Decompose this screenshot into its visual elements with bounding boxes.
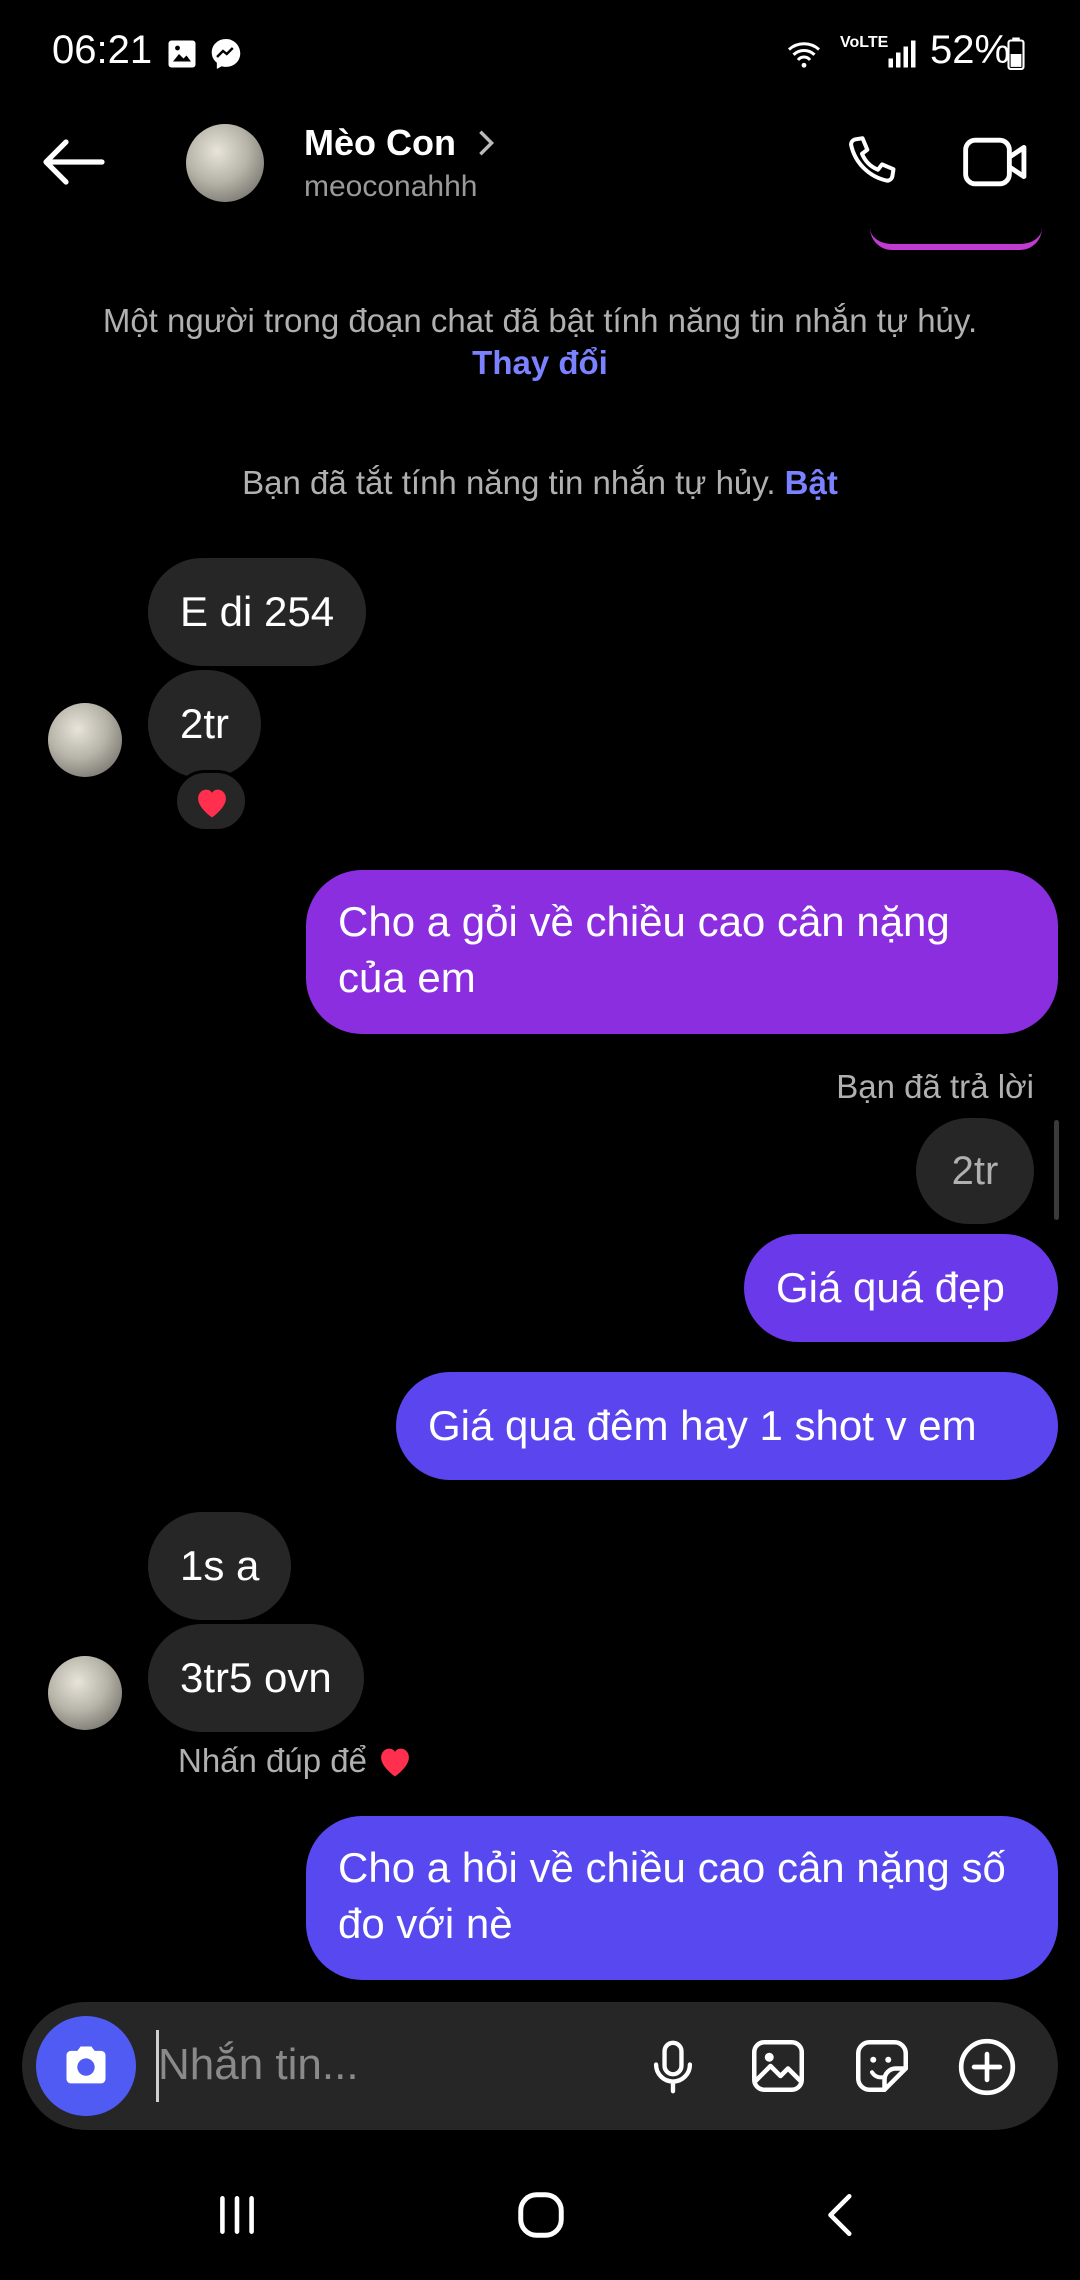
disappearing-off-notice: Bạn đã tắt tính năng tin nhắn tự hủy. Bậ… [80, 462, 1000, 504]
message-in[interactable]: 3tr5 ovn [148, 1624, 364, 1732]
gallery-icon[interactable] [748, 2036, 808, 2096]
camera-button[interactable] [36, 2016, 136, 2116]
message-out[interactable]: Giá qua đêm hay 1 shot v em [396, 1372, 1058, 1480]
photo-icon [168, 40, 196, 68]
recents-icon[interactable] [212, 2190, 262, 2240]
heart-icon [198, 789, 226, 818]
contact-username[interactable]: meoconahhh [304, 170, 477, 204]
sticker-icon[interactable] [852, 2036, 912, 2096]
mic-icon[interactable] [644, 2038, 702, 2096]
message-in[interactable]: 2tr [148, 670, 262, 778]
disappearing-on-text: Một người trong đoạn chat đã bật tính nă… [102, 302, 978, 339]
previous-bubble-edge [870, 228, 1042, 250]
message-in[interactable]: 1s a [148, 1512, 292, 1620]
message-in[interactable]: E di 254 [148, 558, 367, 666]
signal-icon [888, 40, 916, 68]
sender-avatar[interactable] [48, 1656, 122, 1730]
back-nav-icon[interactable] [818, 2190, 868, 2240]
chat-header [0, 110, 1080, 245]
heart-icon [381, 1748, 410, 1777]
contact-name[interactable]: Mèo Con [304, 122, 456, 164]
wifi-icon [788, 42, 820, 68]
back-arrow-icon[interactable] [40, 138, 106, 186]
volte-icon: VoLTE [840, 34, 889, 51]
status-time: 06:21 [52, 28, 153, 72]
home-icon[interactable] [514, 2188, 568, 2242]
avatar[interactable] [186, 124, 264, 202]
system-navigation-bar [0, 2160, 1080, 2280]
double-tap-hint: Nhấn đúp để [178, 1742, 414, 1780]
reply-label: Bạn đã trả lời [836, 1068, 1034, 1105]
battery-icon [1007, 37, 1025, 71]
disappearing-notice: Một người trong đoạn chat đã bật tính nă… [80, 300, 1000, 384]
chevron-right-icon[interactable] [476, 128, 496, 158]
plus-circle-icon[interactable] [956, 2036, 1018, 2098]
message-input[interactable]: Nhắn tin... [158, 2040, 359, 2090]
turn-on-link[interactable]: Bật [785, 464, 838, 501]
disappearing-off-text: Bạn đã tắt tính năng tin nhắn tự hủy. [242, 464, 776, 501]
camera-icon [66, 2046, 106, 2084]
sender-avatar[interactable] [48, 703, 122, 777]
messenger-icon [211, 39, 241, 69]
video-icon[interactable] [962, 132, 1030, 192]
phone-icon[interactable] [838, 130, 902, 194]
change-link[interactable]: Thay đổi [472, 344, 608, 381]
scrollbar[interactable] [1054, 1120, 1059, 1220]
double-tap-text: Nhấn đúp để [178, 1742, 367, 1779]
message-out[interactable]: Cho a gỏi về chiều cao cân nặng của em [306, 870, 1058, 1034]
reaction-badge[interactable] [174, 770, 248, 832]
reply-quote[interactable]: 2tr [916, 1118, 1034, 1224]
status-bar: 06:21 VoLTE 52% [0, 0, 1080, 110]
message-out[interactable]: Cho a hỏi về chiều cao cân nặng số đo vớ… [306, 1816, 1058, 1980]
battery-percent: 52% [930, 28, 1011, 72]
message-out[interactable]: Giá quá đẹp [744, 1234, 1058, 1342]
